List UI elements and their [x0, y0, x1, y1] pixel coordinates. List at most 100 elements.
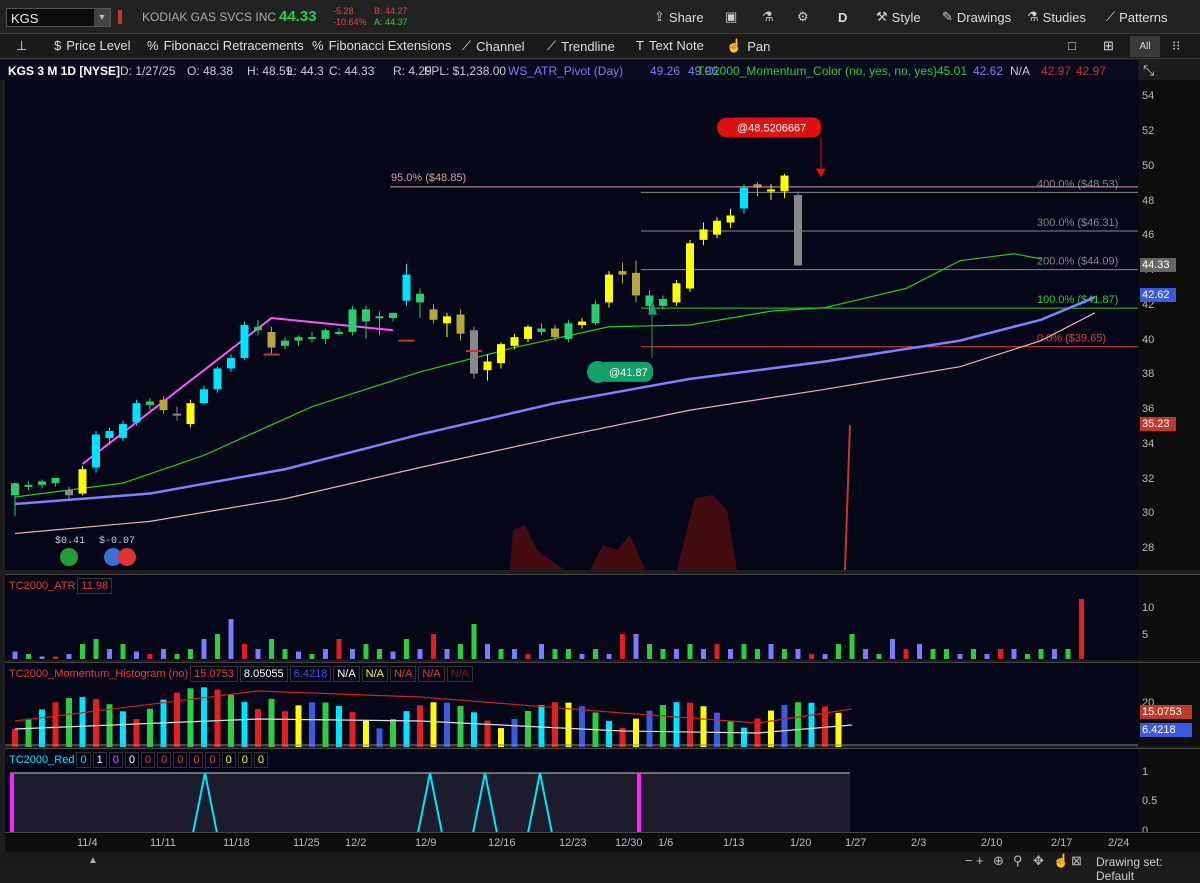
fib-ret-label: 95.0% ($48.85)	[391, 172, 466, 184]
price-tick-label: 38	[1142, 368, 1155, 381]
price-level-tool[interactable]: $ Price Level	[54, 38, 131, 53]
atr-bar	[323, 649, 328, 659]
share-button[interactable]: ⇪ Share	[654, 8, 704, 26]
momentum-na: N/A	[1010, 64, 1031, 78]
candle	[780, 173, 789, 199]
momentum-bar	[349, 712, 356, 747]
momentum-bar	[741, 727, 747, 747]
momentum-bar	[403, 711, 410, 747]
atr-bar	[309, 654, 315, 659]
momentum-bar	[120, 711, 126, 747]
dots-icon: ⁝⁝	[1172, 38, 1181, 53]
candle-body	[200, 389, 208, 404]
delete-icon[interactable]: ⊠	[1071, 853, 1082, 869]
candle	[632, 260, 640, 303]
crosshair-icon[interactable]: ⊕	[993, 853, 1004, 869]
candle	[686, 239, 694, 292]
date-axis[interactable]: 11/4 11/11 11/18 11/25 12/2 12/9 12/16 12/23 12/…	[5, 832, 1138, 852]
momentum-bar	[552, 702, 558, 747]
momentum-value-2: 42.62	[973, 64, 1004, 78]
more-button[interactable]: ⁝⁝	[1172, 38, 1180, 54]
atr-bar	[444, 649, 450, 659]
drawings-button[interactable]: ✎ Drawings	[942, 8, 1011, 26]
pan-footer-icon[interactable]: ✥	[1033, 853, 1044, 869]
candle-body	[632, 272, 640, 296]
atr-bar	[12, 651, 18, 659]
patterns-button[interactable]: ⟋ Patterns	[1106, 8, 1168, 26]
zoom-out-icon[interactable]: −	[965, 853, 973, 868]
momentum-bar	[808, 702, 815, 747]
price-chart-svg: 400.0% ($48.53) 300.0% ($46.31) 200.0% ($4…	[11, 117, 1138, 571]
atr-bar	[66, 654, 72, 659]
atr-bar	[930, 649, 936, 659]
candle-body	[348, 309, 357, 332]
candle	[51, 477, 60, 487]
price-chart[interactable]: 400.0% ($48.53) 300.0% ($46.31) 200.0% ($4…	[5, 80, 1138, 571]
red-pane[interactable]: TC2000_Red 0 1 0 0 0 0 0 0 0 0 0 0	[5, 748, 1138, 834]
collapse-icon[interactable]: ⤡	[1143, 62, 1154, 79]
atr-bar	[944, 649, 949, 659]
all-tools-button[interactable]: All	[1130, 36, 1160, 57]
momentum-bar	[214, 689, 221, 747]
atr-pane[interactable]: TC2000_ATR 11.98	[5, 574, 1138, 660]
momentum-bar	[646, 710, 653, 747]
momentum-pane[interactable]: TC2000_Momentum_Histogram (no) 15.0753 8.0…	[5, 662, 1138, 747]
hand-footer-icon[interactable]: ☝	[1053, 853, 1069, 869]
settings-button[interactable]: ⚙	[797, 8, 809, 26]
info-low: L: 44.3	[287, 64, 324, 78]
snapshot-icon: ▣	[725, 9, 738, 24]
grid-layout-button[interactable]: ⊞	[1103, 38, 1114, 54]
price-tick-label: 36	[1142, 403, 1155, 416]
share-icon: ⇪	[654, 9, 665, 24]
drawings-icon: ✎	[942, 9, 953, 24]
candle	[699, 222, 708, 246]
momentum-bar	[606, 720, 612, 747]
candle-body	[375, 316, 384, 319]
date-tick-label: 1/20	[790, 837, 812, 849]
text-note-tool[interactable]: T Text Note	[636, 38, 704, 53]
channel-tool[interactable]: ⟋ Channel	[462, 38, 525, 54]
candle	[713, 217, 721, 239]
atr-bar	[1079, 599, 1084, 659]
momentum-bar	[660, 705, 666, 747]
price-tick-label: 34	[1142, 437, 1155, 450]
candle-body	[92, 434, 100, 468]
candle-body	[456, 314, 465, 334]
candle-body	[267, 331, 276, 348]
pan-tool[interactable]: ☝ Pan	[726, 38, 770, 54]
red-digit: 0	[76, 752, 91, 768]
pivot-study-name[interactable]: WS_ATR_Pivot (Day)	[508, 64, 623, 78]
flask-button[interactable]: ⚗	[762, 8, 774, 26]
snapshot-button[interactable]: ▣	[725, 8, 737, 26]
candle	[132, 399, 141, 426]
magnifier-icon[interactable]: ⚲	[1013, 853, 1023, 869]
momentum-axis: 20 15.0753 6.4218	[1138, 662, 1200, 746]
dividend-icon	[60, 548, 78, 566]
price-axis[interactable]: 545250484644424038363432302844.3342.6235…	[1138, 80, 1200, 570]
candle	[78, 465, 87, 496]
fib-extensions-tool[interactable]: % Fibonacci Extensions	[312, 38, 451, 53]
symbol-dropdown-icon[interactable]: ▼	[94, 9, 110, 26]
symbol-input[interactable]: KGS ▼	[6, 8, 111, 27]
gear-icon: ⚙	[797, 9, 809, 24]
momentum-bar	[201, 687, 207, 747]
candle	[186, 399, 195, 428]
studies-button[interactable]: ⚗ Studies	[1027, 8, 1086, 26]
atr-bar	[768, 644, 774, 659]
momentum-bar	[309, 702, 315, 747]
zoom-in-icon[interactable]: +	[976, 853, 984, 868]
info-date: D: 1/27/25	[120, 64, 176, 78]
chart-info-line: KGS 3 M 1D [NYSE] D: 1/27/25 O: 48.38 H:…	[0, 60, 1138, 80]
atr-bar	[161, 649, 166, 659]
candle	[659, 295, 667, 310]
momentum-bar	[25, 718, 32, 747]
period-button[interactable]: D	[838, 8, 847, 26]
single-layout-button[interactable]: □	[1068, 38, 1076, 53]
style-button[interactable]: ⚒ Style	[876, 8, 921, 26]
momentum-study-name[interactable]: TC2000_Momentum_Color (no, yes, no, yes)	[697, 64, 937, 78]
expand-icon[interactable]: ▲	[88, 855, 102, 867]
fib-retracements-tool[interactable]: % Fibonacci Retracements	[147, 38, 304, 53]
trendline-tool[interactable]: ⟋ Trendline	[547, 38, 615, 54]
drawing-set-label[interactable]: Drawing set: Default	[1096, 855, 1200, 883]
pin-button[interactable]: ⊥	[16, 38, 27, 54]
